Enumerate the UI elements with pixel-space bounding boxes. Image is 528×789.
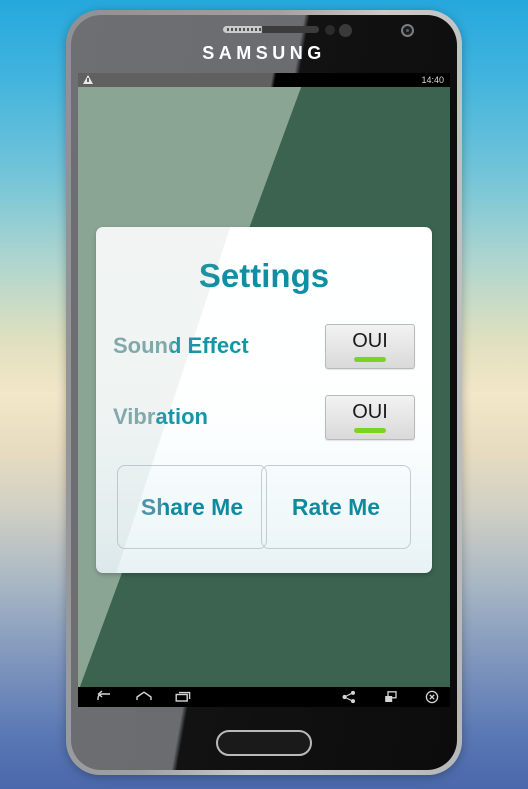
rate-me-button-label: Rate Me	[291, 493, 381, 520]
recents-icon[interactable]	[174, 690, 192, 704]
share-me-button-label: Share Me	[140, 493, 244, 520]
share-icon[interactable]	[340, 690, 358, 704]
phone-top-bezel: SAMSUNG	[71, 15, 457, 73]
rate-me-button[interactable]: Rate Me	[261, 465, 411, 549]
app-background: Settings Sound Effect OUI Vibration OUI	[78, 87, 450, 692]
toggle-vibration-indicator	[354, 428, 386, 433]
phone-device: SAMSUNG 14:40 Settings Sound Effect OUI	[66, 10, 462, 775]
setting-label-vibration: Vibration	[113, 404, 208, 429]
page-title: Settings	[96, 257, 432, 295]
status-time: 14:40	[421, 75, 444, 85]
brand-logo: SAMSUNG	[202, 43, 326, 63]
home-button[interactable]	[216, 730, 312, 756]
multi-window-icon[interactable]	[382, 690, 400, 704]
toggle-vibration-value: OUI	[352, 401, 388, 423]
setting-label-sound-effect: Sound Effect	[113, 333, 249, 358]
proximity-sensor-icon	[325, 25, 335, 35]
back-icon[interactable]	[96, 690, 114, 704]
earpiece-speaker-icon	[223, 26, 319, 33]
toggle-sound-effect-indicator	[354, 357, 386, 362]
toggle-sound-effect-value: OUI	[352, 330, 388, 352]
home-icon[interactable]	[135, 690, 153, 704]
phone-screen: 14:40 Settings Sound Effect OUI Vibratio…	[78, 73, 450, 707]
navigation-bar	[78, 687, 450, 707]
close-icon[interactable]	[423, 690, 441, 704]
settings-dialog: Settings Sound Effect OUI Vibration OUI	[96, 227, 432, 573]
dialog-actions: Share Me Rate Me	[96, 465, 432, 549]
status-bar: 14:40	[78, 73, 450, 87]
setting-row-sound-effect: Sound Effect OUI	[96, 324, 432, 372]
warning-triangle-icon	[83, 75, 93, 84]
setting-row-vibration: Vibration OUI	[96, 395, 432, 443]
share-me-button[interactable]: Share Me	[117, 465, 267, 549]
front-camera-icon	[401, 24, 414, 37]
toggle-vibration[interactable]: OUI	[325, 395, 415, 440]
toggle-sound-effect[interactable]: OUI	[325, 324, 415, 369]
phone-body: SAMSUNG 14:40 Settings Sound Effect OUI	[71, 15, 457, 770]
light-sensor-icon	[339, 24, 352, 37]
